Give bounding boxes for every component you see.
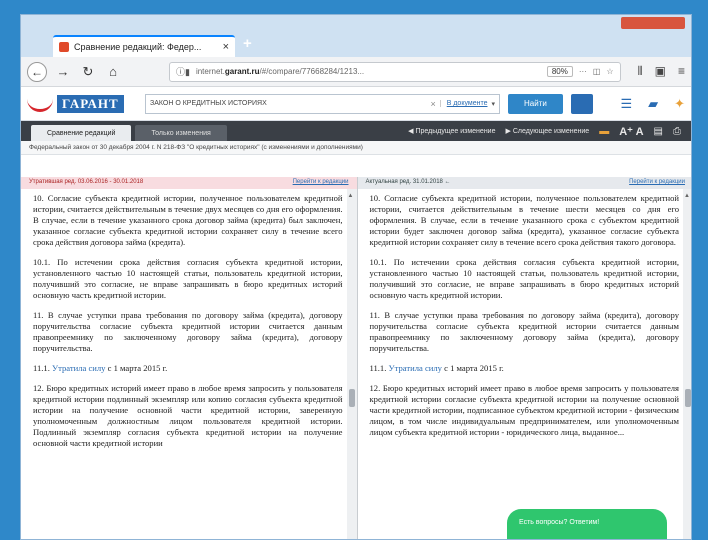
search-button[interactable]: Найти <box>508 93 563 114</box>
address-bar[interactable]: ⓘ▮ internet.garant.ru/#/compare/77668284… <box>169 61 621 82</box>
left-paragraph-12: 12. Бюро кредитных историй имеет право в… <box>33 383 343 448</box>
reload-icon[interactable]: ↻ <box>79 64 97 80</box>
chat-icon[interactable]: ▰ <box>648 96 658 112</box>
forward-icon[interactable]: → <box>54 64 72 79</box>
logo-mark-icon <box>27 96 53 112</box>
tab-compare-editions[interactable]: Сравнение редакций <box>31 125 132 141</box>
chevron-down-icon[interactable]: ▾ <box>491 100 495 108</box>
right-scroll-thumb[interactable] <box>685 389 691 407</box>
print-icon[interactable]: ▬ <box>599 126 609 137</box>
right-edition-pane: Актуальная ред. 31.01.2018 ← Перейти к р… <box>357 177 692 539</box>
bookmark-star-icon[interactable]: ☆ <box>606 67 613 76</box>
left-paragraph-11: 11. В случае уступки права требования по… <box>33 310 343 353</box>
right-pane-text: 10. Согласие субъекта кредитной истории,… <box>358 189 692 438</box>
scroll-up-icon[interactable]: ▲ <box>348 193 354 199</box>
garant-header: ГАРАНТ ЗАКОН О КРЕДИТНЫХ ИСТОРИЯХ × В до… <box>21 87 691 121</box>
right-paragraph-11-1: 11.1. Утратила силу с 1 марта 2015 г. <box>369 363 504 373</box>
right-pane-header: Актуальная ред. 31.01.2018 ← Перейти к р… <box>357 177 691 189</box>
back-icon[interactable]: ← <box>27 61 47 82</box>
prev-change-button[interactable]: ◀ Предыдущее изменение <box>408 127 495 135</box>
right-goto-edition-link[interactable]: Перейти к редакции <box>629 179 685 187</box>
url-text: internet.garant.ru/#/compare/77668284/12… <box>195 67 365 76</box>
left-pane-text: 10. Согласие субъекта кредитной истории,… <box>21 189 357 449</box>
compare-panes: Утратившая ред. 03.06.2016 - 30.01.2018 … <box>21 177 692 539</box>
favicon-icon <box>59 42 69 52</box>
right-scrollbar[interactable]: ▲ <box>683 189 691 539</box>
browser-window: Сравнение редакций: Федер... × + ← → ↻ ⌂… <box>20 14 692 540</box>
right-edition-label: Актуальная ред. 31.01.2018 ← <box>365 179 451 185</box>
save-icon[interactable]: ▤ <box>654 126 663 137</box>
document-title: Федеральный закон от 30 декабря 2004 г. … <box>21 141 691 155</box>
sidebar-icon[interactable]: ▣ <box>655 64 666 79</box>
scroll-up-icon[interactable]: ▲ <box>684 193 690 199</box>
document-toolbar: Сравнение редакций Только изменения ◀ Пр… <box>21 121 691 141</box>
library-icon[interactable]: ⫴ <box>638 64 643 79</box>
pocket-icon[interactable]: ◫ <box>593 67 601 76</box>
page-actions-icon[interactable]: ··· <box>579 67 587 76</box>
bulb-icon[interactable]: ✦ <box>674 96 685 112</box>
tab-title: Сравнение редакций: Федер... <box>74 42 202 52</box>
home-icon[interactable]: ⌂ <box>104 64 122 79</box>
browser-nav-bar: ← → ↻ ⌂ ⓘ▮ internet.garant.ru/#/compare/… <box>21 57 691 87</box>
next-arrow-icon: ▶ <box>505 128 513 135</box>
export-icon[interactable]: ⎙ <box>673 126 681 137</box>
zoom-level[interactable]: 80% <box>546 66 573 77</box>
chat-widget[interactable]: Есть вопросы? Ответим! <box>507 509 667 539</box>
advanced-search-button[interactable] <box>570 93 593 114</box>
site-info-icon[interactable]: ⓘ▮ <box>176 65 190 78</box>
garant-logo[interactable]: ГАРАНТ <box>27 94 137 113</box>
right-paragraph-12: 12. Бюро кредитных историй имеет право в… <box>369 383 680 437</box>
left-scrollbar[interactable]: ▲ <box>346 189 357 539</box>
search-field[interactable]: ЗАКОН О КРЕДИТНЫХ ИСТОРИЯХ × В документе… <box>145 93 500 114</box>
right-repealed-link[interactable]: Утратила силу <box>389 363 442 373</box>
new-tab-button[interactable]: + <box>243 35 252 52</box>
tab-only-changes[interactable]: Только изменения <box>135 125 227 141</box>
search-input[interactable]: ЗАКОН О КРЕДИТНЫХ ИСТОРИЯХ <box>150 100 426 107</box>
left-paragraph-11-1: 11.1. Утратила силу с 1 марта 2015 г. <box>33 363 168 373</box>
list-icon[interactable]: ☰ <box>620 96 632 112</box>
search-scope-select[interactable]: В документе <box>439 100 487 107</box>
next-change-button[interactable]: ▶ Следующее изменение <box>505 127 589 135</box>
left-edition-label: Утратившая ред. 03.06.2016 - 30.01.2018 <box>29 179 144 185</box>
font-size-control[interactable]: A⁺ A <box>619 125 643 138</box>
left-repealed-link[interactable]: Утратила силу <box>52 363 105 373</box>
left-pane-header: Утратившая ред. 03.06.2016 - 30.01.2018 … <box>21 177 357 189</box>
left-paragraph-10: 10. Согласие субъекта кредитной истории,… <box>33 193 343 247</box>
left-scroll-thumb[interactable] <box>348 389 355 407</box>
right-paragraph-10: 10. Согласие субъекта кредитной истории,… <box>369 193 680 247</box>
tab-close-icon[interactable]: × <box>223 41 229 53</box>
window-controls[interactable] <box>621 17 685 29</box>
browser-tab-strip: Сравнение редакций: Федер... × + <box>21 15 691 57</box>
browser-tab[interactable]: Сравнение редакций: Федер... × <box>53 35 235 57</box>
right-paragraph-11: 11. В случае уступки права требования по… <box>369 310 680 353</box>
clear-search-icon[interactable]: × <box>430 99 435 109</box>
left-goto-edition-link[interactable]: Перейти к редакции <box>293 179 349 187</box>
menu-icon[interactable]: ≡ <box>678 64 685 79</box>
left-paragraph-10-1: 10.1. По истечении срока действия соглас… <box>33 257 343 300</box>
left-edition-pane: Утратившая ред. 03.06.2016 - 30.01.2018 … <box>21 177 358 539</box>
right-paragraph-10-1: 10.1. По истечении срока действия соглас… <box>369 257 680 300</box>
logo-text: ГАРАНТ <box>57 94 124 113</box>
